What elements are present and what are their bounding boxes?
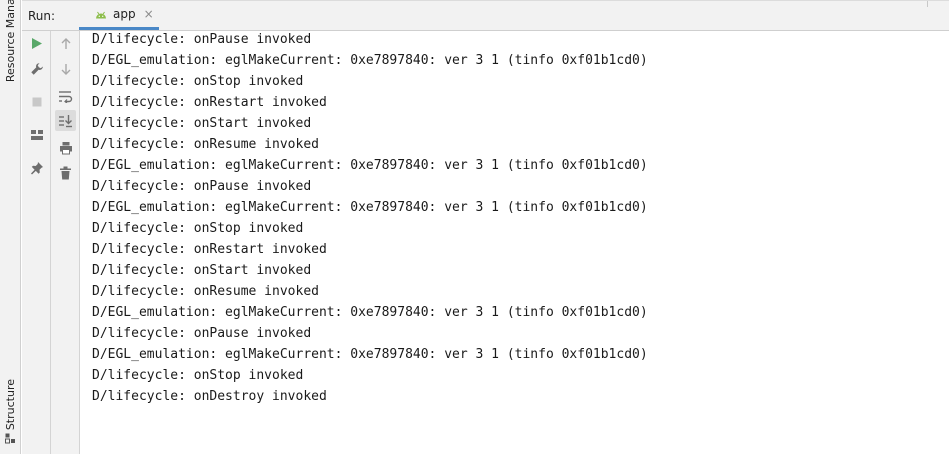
pin-icon [30, 161, 43, 174]
structure-icon [5, 433, 15, 444]
soft-wrap-icon [59, 91, 73, 103]
scroll-to-end-icon [59, 114, 72, 127]
print-icon [59, 141, 72, 154]
stop-icon [32, 97, 41, 106]
resource-manager-label: Resource Manager [4, 0, 17, 82]
clear-all-button[interactable] [55, 162, 76, 183]
run-toolbar-primary [22, 31, 51, 454]
structure-label: Structure [4, 378, 17, 430]
log-line: D/EGL_emulation: eglMakeCurrent: 0xe7897… [92, 158, 648, 173]
layout-button[interactable] [26, 124, 47, 145]
previous-occurrence-button[interactable] [55, 33, 76, 54]
tab-app[interactable]: app × [79, 1, 159, 30]
android-icon [96, 11, 106, 18]
log-line: D/lifecycle: onPause invoked [92, 179, 312, 194]
log-line: D/lifecycle: onStop invoked [92, 368, 304, 383]
play-icon [32, 38, 42, 49]
run-header: Run: app × [22, 0, 949, 31]
structure-tab[interactable]: Structure [0, 378, 21, 444]
console-output[interactable]: D/lifecycle: onPause invoked D/EGL_emula… [80, 31, 949, 454]
log-line: D/lifecycle: onPause invoked [92, 326, 312, 341]
log-line: D/lifecycle: onResume invoked [92, 284, 319, 299]
left-tool-strip: Resource Manager Structure [0, 0, 21, 454]
run-label: Run: [28, 9, 56, 23]
log-line: D/lifecycle: onStart invoked [92, 263, 312, 278]
soft-wrap-button[interactable] [55, 86, 76, 107]
arrow-down-icon [61, 64, 70, 75]
close-tab-icon[interactable]: × [144, 8, 154, 20]
trash-icon [60, 166, 71, 179]
wrench-icon [30, 62, 43, 75]
log-line: D/lifecycle: onStop invoked [92, 74, 304, 89]
log-line: D/EGL_emulation: eglMakeCurrent: 0xe7897… [92, 53, 648, 68]
log-line: D/EGL_emulation: eglMakeCurrent: 0xe7897… [92, 200, 648, 215]
next-occurrence-button[interactable] [55, 59, 76, 80]
print-button[interactable] [55, 137, 76, 158]
log-line: D/lifecycle: onRestart invoked [92, 95, 327, 110]
log-line: D/EGL_emulation: eglMakeCurrent: 0xe7897… [92, 305, 648, 320]
log-line: D/lifecycle: onRestart invoked [92, 242, 327, 257]
log-line: D/lifecycle: onStop invoked [92, 221, 304, 236]
log-line: D/lifecycle: onPause invoked [92, 32, 312, 47]
log-line: D/lifecycle: onResume invoked [92, 137, 319, 152]
stop-button[interactable] [26, 91, 47, 112]
rerun-button[interactable] [26, 33, 47, 54]
log-line: D/lifecycle: onDestroy invoked [92, 389, 327, 404]
settings-button[interactable] [26, 58, 47, 79]
pin-button[interactable] [26, 157, 47, 178]
arrow-up-icon [61, 38, 70, 49]
log-line: D/lifecycle: onStart invoked [92, 116, 312, 131]
resource-manager-tab[interactable]: Resource Manager [0, 0, 21, 88]
scroll-to-end-button[interactable] [55, 110, 76, 131]
run-toolbar-secondary [51, 31, 80, 454]
tab-label: app [113, 7, 136, 21]
layout-icon [30, 129, 43, 140]
header-divider [927, 1, 928, 7]
log-line: D/EGL_emulation: eglMakeCurrent: 0xe7897… [92, 347, 648, 362]
